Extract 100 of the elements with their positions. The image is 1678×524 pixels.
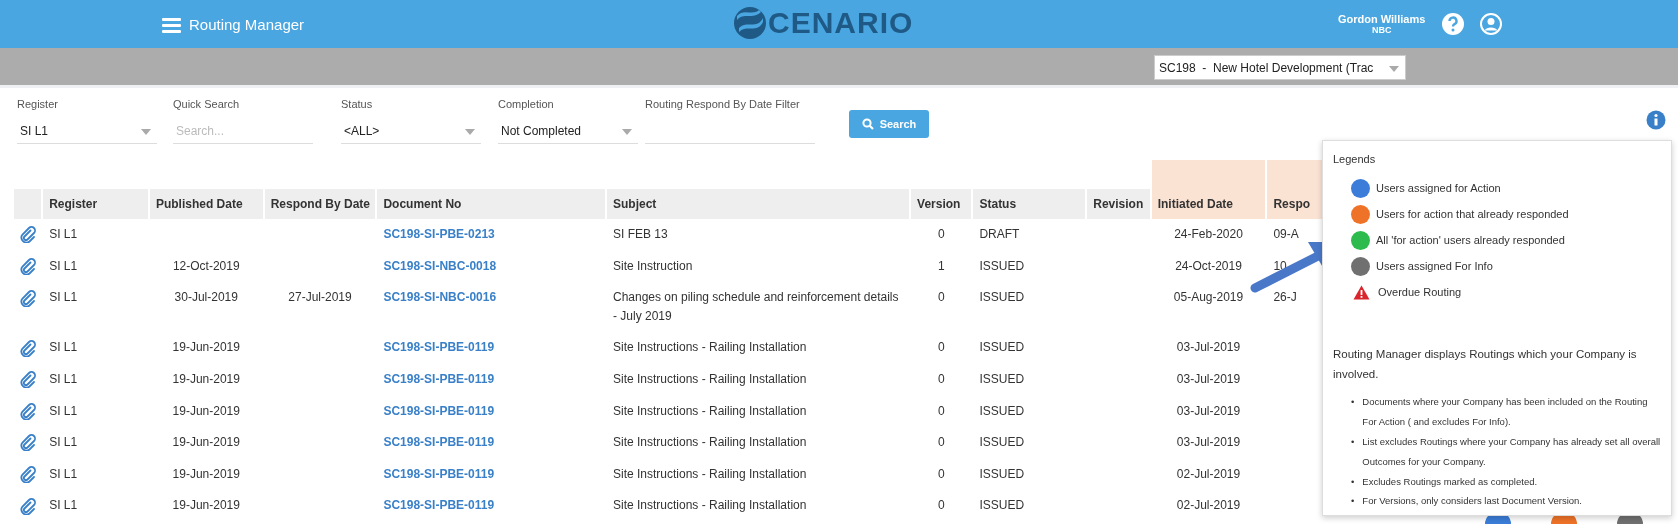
column-header: Initiated Date	[1151, 189, 1266, 219]
help-icon[interactable]	[1441, 12, 1466, 36]
table-cell: 19-Jun-2019	[172, 403, 240, 418]
document-link[interactable]: SC198-SI-PBE-0119	[383, 435, 495, 450]
logo-text: CENARIO	[768, 8, 914, 38]
subject-text: SI FEB 13	[612, 227, 668, 241]
dropdown-field[interactable]: <ALL>	[341, 118, 481, 144]
table-cell: SI L1	[49, 466, 78, 481]
table-cell: 0	[937, 290, 945, 305]
bullet-mark: •	[1351, 394, 1355, 409]
column-header: Respond By Date	[264, 189, 376, 219]
search-button[interactable]: Search	[849, 110, 929, 138]
note-item: List excludes Routings where your Company has already set all overall Outcomes for your Company.	[1362, 434, 1661, 469]
table-cell: 0	[937, 227, 945, 241]
dropdown-field[interactable]: SI L1	[17, 118, 157, 144]
bullet-mark: •	[1351, 434, 1355, 449]
table-cell: 02-Jul-2019	[1176, 466, 1241, 481]
table-cell: 02-Jul-2019	[1176, 498, 1241, 513]
table-cell: 0	[937, 435, 945, 450]
document-link[interactable]: SC198-SI-PBE-0119	[383, 466, 495, 481]
column-header: Published Date	[149, 189, 263, 219]
bullet-mark: •	[1351, 494, 1355, 509]
attachment-icon[interactable]	[20, 497, 36, 515]
table-cell: ISSUED	[979, 290, 1025, 305]
field-label: Register	[17, 97, 59, 112]
table-cell: 03-Jul-2019	[1176, 371, 1241, 386]
legend-label: Users for action that already responded	[1376, 207, 1569, 223]
table-cell: 19-Jun-2019	[172, 498, 240, 513]
legend-label: Users assigned for Action	[1376, 181, 1501, 197]
table-cell: 19-Jun-2019	[172, 466, 240, 481]
project-select[interactable]: SC198 - New Hotel Development (Trac	[1154, 55, 1406, 80]
legend-description: Routing Manager displays Routings which your Company is involved.	[1333, 346, 1638, 382]
document-link[interactable]: SC198-SI-NBC-0018	[383, 258, 497, 273]
field-label: Status	[341, 97, 374, 112]
document-link[interactable]: SC198-SI-PBE-0119	[383, 403, 495, 418]
note-item: For Versions, only considers last Document Version.	[1362, 494, 1582, 509]
table-cell: 0	[937, 466, 945, 481]
field-label: Routing Respond By Date Filter	[645, 97, 801, 112]
table-cell: SI L1	[49, 340, 78, 355]
table-cell: SI L1	[49, 435, 78, 450]
table-cell: 0	[937, 403, 945, 418]
table-cell: ISSUED	[979, 371, 1025, 386]
table-cell: 19-Jun-2019	[172, 435, 240, 450]
table-cell: 19-Jun-2019	[172, 371, 240, 386]
table-cell: 03-Jul-2019	[1176, 403, 1241, 418]
document-link[interactable]: SC198-SI-PBE-0119	[383, 498, 495, 513]
table-cell: 12-Oct-2019	[172, 258, 240, 273]
document-link[interactable]: SC198-SI-PBE-0119	[383, 340, 495, 355]
document-link[interactable]: SC198-SI-NBC-0016	[383, 290, 497, 305]
legend-label: Overdue Routing	[1378, 285, 1462, 301]
info-icon[interactable]	[1646, 110, 1666, 130]
document-link[interactable]: SC198-SI-PBE-0213	[383, 227, 495, 241]
attachment-icon[interactable]	[20, 371, 36, 389]
table-cell: 03-Jul-2019	[1176, 435, 1241, 450]
table-cell: 30-Jul-2019	[174, 290, 238, 305]
menu-icon[interactable]	[162, 17, 181, 34]
attachment-icon[interactable]	[20, 466, 36, 484]
attachment-icon[interactable]	[20, 289, 36, 307]
user-icon[interactable]	[1479, 12, 1504, 36]
table-cell: 03-Jul-2019	[1176, 340, 1241, 355]
table-cell: 05-Aug-2019	[1173, 290, 1244, 305]
document-link[interactable]: SC198-SI-PBE-0119	[383, 371, 495, 386]
attachment-icon[interactable]	[20, 402, 36, 420]
table-cell: SI L1	[49, 498, 78, 513]
table-cell: ISSUED	[979, 466, 1025, 481]
subject-text: Site Instructions - Railing Installation	[612, 498, 807, 513]
table-cell: 26-J	[1273, 290, 1297, 305]
subject-text: Site Instructions - Railing Installation	[612, 466, 807, 481]
legend-title: Legends	[1333, 152, 1377, 167]
table-cell: 09-A	[1273, 227, 1299, 241]
table-cell: ISSUED	[979, 435, 1025, 450]
table-cell: SI L1	[49, 403, 78, 418]
table-cell: 24-Oct-2019	[1175, 258, 1242, 273]
subject-text: Site Instructions - Railing Installation	[612, 435, 807, 450]
search-icon	[861, 118, 874, 130]
table-cell: ISSUED	[979, 403, 1025, 418]
column-header: Status	[973, 189, 1086, 219]
dropdown-field[interactable]: Not Completed	[498, 118, 638, 144]
subject-text: Site Instructions - Railing Installation	[612, 371, 807, 386]
table-cell: ISSUED	[979, 340, 1025, 355]
table-cell: 27-Jul-2019	[288, 290, 352, 305]
table-cell: 1	[937, 258, 945, 273]
bullet-mark: •	[1351, 474, 1355, 489]
note-item: Documents where your Company has been included on the Routing For Action ( and excludes For Info).	[1362, 394, 1649, 429]
table-cell: ISSUED	[979, 498, 1025, 513]
attachment-icon[interactable]	[20, 257, 36, 275]
subject-text: Site Instructions - Railing Installation	[612, 403, 807, 418]
attachment-icon[interactable]	[20, 434, 36, 452]
attachment-icon[interactable]	[20, 226, 36, 244]
table-cell: SI L1	[49, 290, 78, 305]
user-name: Gordon Williams	[1338, 13, 1426, 26]
attachment-icon[interactable]	[20, 339, 36, 357]
table-cell: DRAFT	[979, 227, 1020, 241]
user-company: NBC	[1370, 25, 1393, 35]
table-cell: SI L1	[49, 371, 78, 386]
table-cell: SI L1	[49, 227, 78, 241]
column-header: Document No	[377, 189, 605, 219]
legend-label: Users assigned For Info	[1376, 259, 1493, 275]
subject-text: Site Instruction	[612, 258, 693, 273]
table-cell: ISSUED	[979, 258, 1025, 273]
